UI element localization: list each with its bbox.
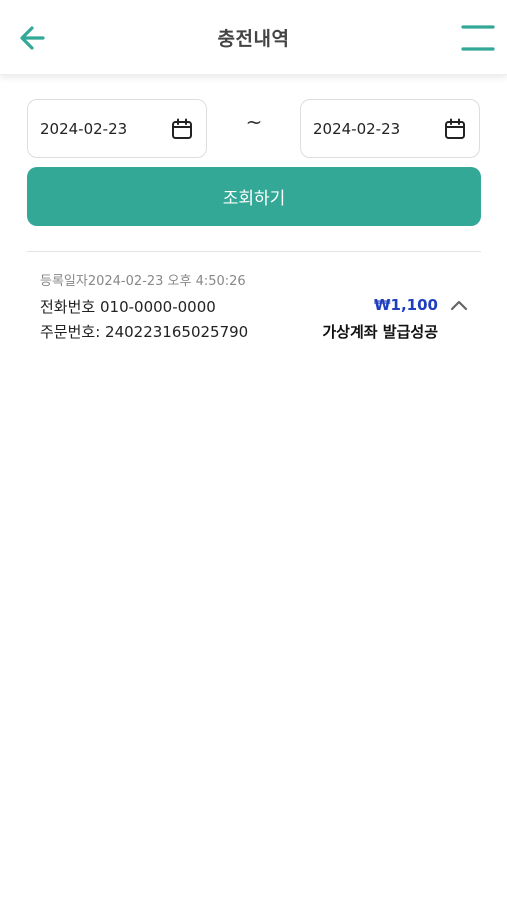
order-row: 주문번호: 240223165025790: [40, 321, 248, 342]
charge-amount: ₩1,100: [374, 296, 438, 314]
end-date-value: 2024-02-23: [313, 120, 401, 138]
calendar-icon[interactable]: [170, 117, 194, 141]
charge-record-item[interactable]: 등록일자2024-02-23 오후 4:50:26 전화번호 010-0000-…: [27, 262, 481, 352]
menu-icon: [461, 25, 495, 51]
app-header: 충전내역: [0, 0, 507, 75]
registered-label: 등록일자: [40, 274, 88, 289]
start-date-field[interactable]: 2024-02-23: [27, 99, 207, 158]
collapse-toggle-button[interactable]: [447, 295, 471, 315]
search-button[interactable]: 조회하기: [27, 167, 481, 226]
start-date-value: 2024-02-23: [40, 120, 128, 138]
order-number: 240223165025790: [105, 323, 249, 341]
registered-date-row: 등록일자2024-02-23 오후 4:50:26: [40, 270, 246, 289]
phone-row: 전화번호 010-0000-0000: [40, 296, 216, 317]
end-date-field[interactable]: 2024-02-23: [300, 99, 480, 158]
registered-datetime: 2024-02-23 오후 4:50:26: [87, 274, 246, 289]
phone-number: 010-0000-0000: [99, 298, 216, 316]
order-label: 주문번호:: [40, 323, 101, 341]
calendar-icon[interactable]: [443, 117, 467, 141]
page-title: 충전내역: [217, 28, 290, 50]
date-range-separator: ~: [245, 110, 263, 134]
divider: [27, 251, 481, 252]
charge-status: 가상계좌 발급성공: [322, 323, 438, 341]
chevron-up-icon: [450, 300, 468, 311]
phone-label: 전화번호: [40, 298, 96, 316]
menu-button[interactable]: [461, 22, 495, 54]
